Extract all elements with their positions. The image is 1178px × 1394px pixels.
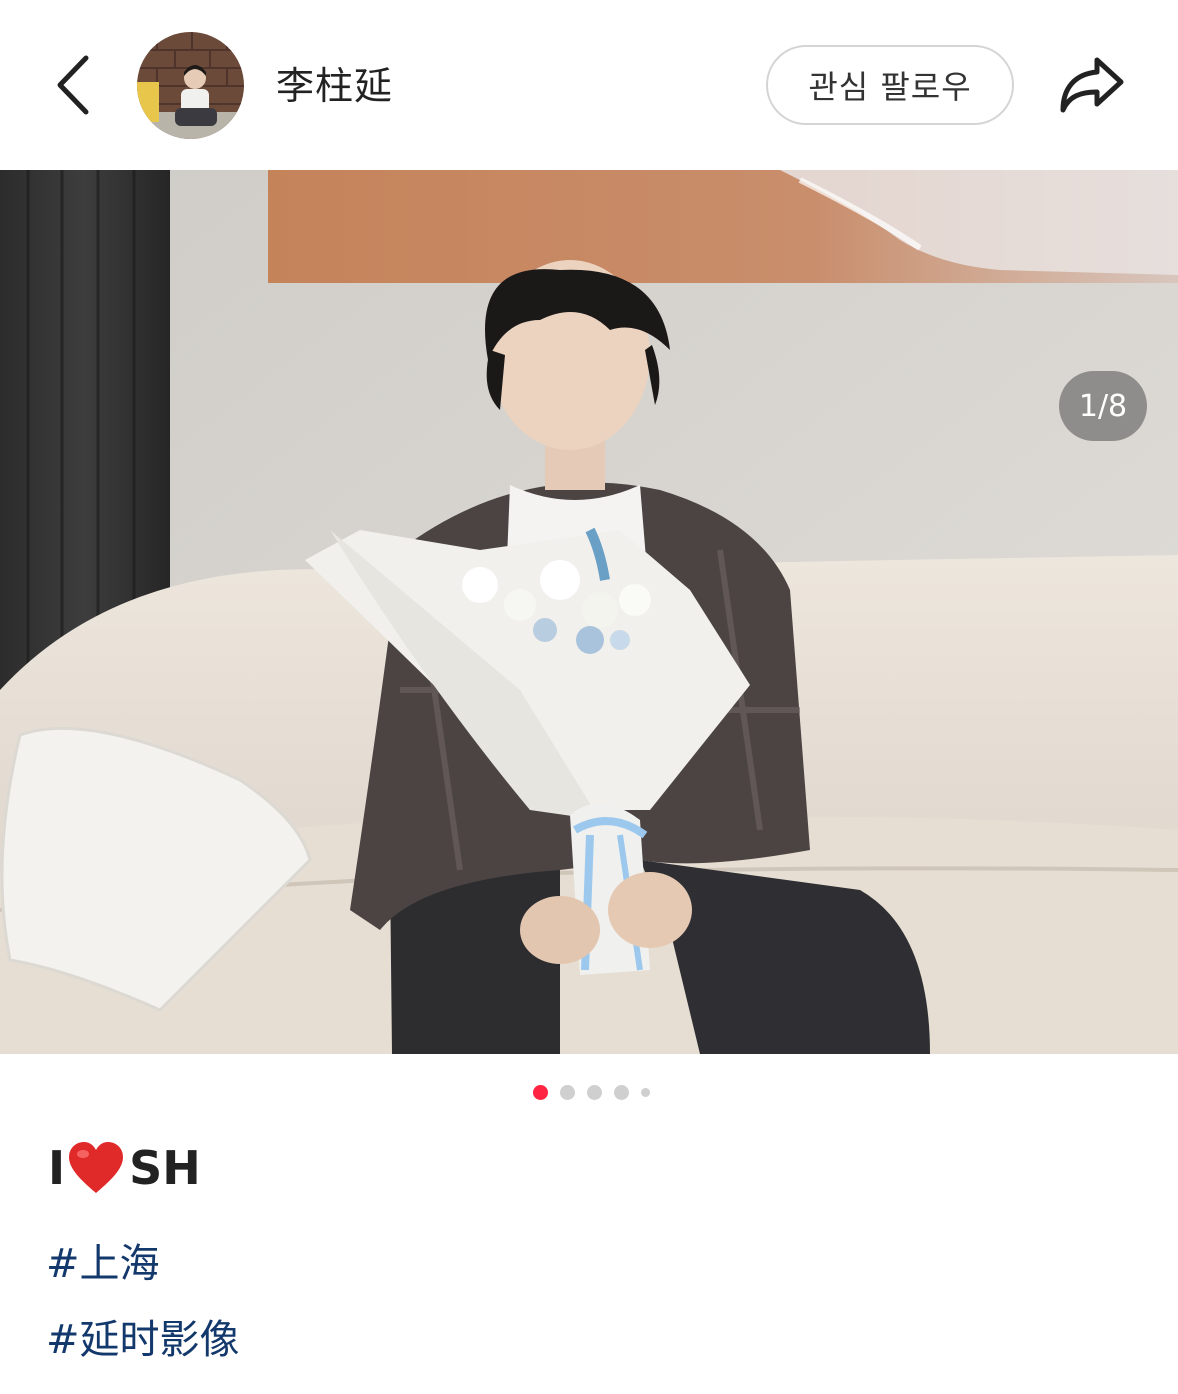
carousel-dot-active[interactable] (532, 1084, 548, 1100)
photo-scene (0, 170, 1178, 1054)
avatar[interactable] (137, 32, 244, 139)
carousel-dot[interactable] (559, 1084, 575, 1100)
hashtag-link[interactable]: #延时影像 (46, 1312, 240, 1368)
carousel-dot[interactable] (640, 1087, 650, 1097)
image-counter: 1/8 (1059, 371, 1147, 441)
username[interactable]: 李柱延 (276, 58, 393, 114)
share-button[interactable] (1050, 45, 1134, 125)
caption-text-start: I (48, 1141, 66, 1195)
top-bar: 李柱延 관심 팔로우 (0, 0, 1178, 170)
post-image[interactable]: 1/8 (0, 170, 1178, 1054)
hashtag-link[interactable]: #上海 (46, 1236, 160, 1292)
carousel-dot[interactable] (613, 1084, 629, 1100)
chevron-left-icon (57, 55, 89, 115)
heart-emoji-icon (69, 1142, 124, 1193)
carousel-dots (0, 1083, 1178, 1101)
caption-text-end: SH (129, 1141, 201, 1195)
share-icon (1060, 57, 1124, 113)
follow-button[interactable]: 관심 팔로우 (766, 45, 1014, 125)
carousel-dot[interactable] (586, 1084, 602, 1100)
avatar-image (137, 32, 244, 139)
back-button[interactable] (44, 45, 104, 125)
post-caption: I SH (48, 1132, 201, 1204)
